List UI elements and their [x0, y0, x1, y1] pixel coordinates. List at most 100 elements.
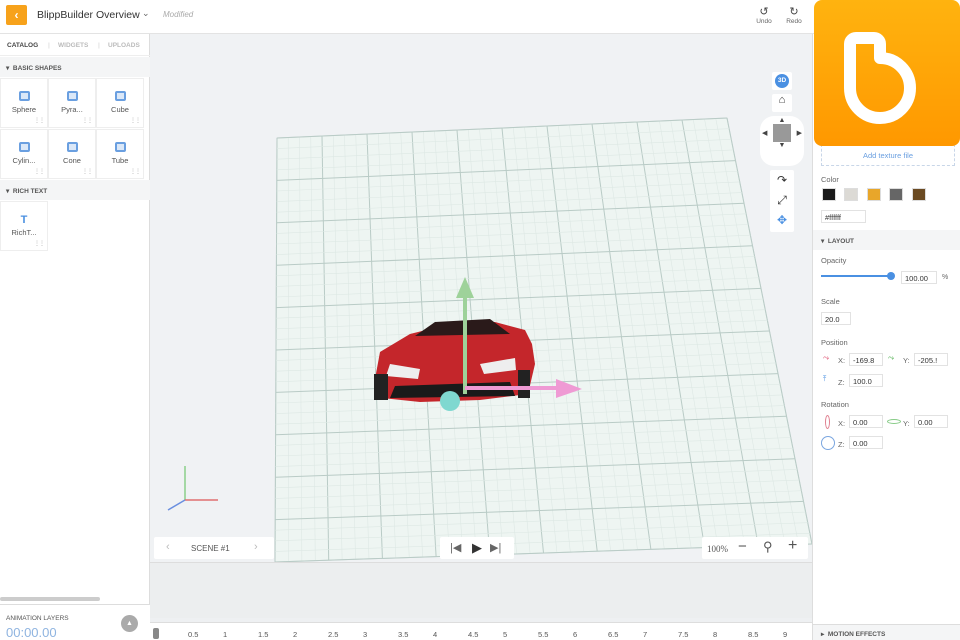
timeline-tick: 0.5 — [188, 630, 199, 639]
undo-button[interactable]: ↺ Undo — [752, 5, 776, 25]
left-arrow-icon[interactable]: ◀ — [762, 129, 767, 137]
shape-cylinder[interactable]: Cylin... ⋮⋮ — [0, 129, 48, 179]
shape-icon — [114, 142, 126, 152]
down-arrow-icon[interactable]: ▼ — [760, 142, 804, 149]
right-arrow-icon[interactable]: ▶ — [797, 129, 802, 137]
scale-tool-icon[interactable]: ⤢ — [770, 190, 794, 210]
undo-icon: ↺ — [759, 6, 769, 18]
shape-label: Cone — [63, 156, 81, 165]
shape-pyramid[interactable]: Pyra... ⋮⋮ — [48, 78, 96, 128]
expand-up-button[interactable]: ▲ — [121, 615, 138, 632]
tab-uploads[interactable]: UPLOADS — [108, 42, 140, 49]
blippar-b-icon — [844, 32, 916, 124]
pos-y-label: Y: — [903, 356, 910, 365]
text-icon: T — [20, 214, 28, 226]
blippar-logo — [814, 0, 960, 146]
search-zoom-icon[interactable]: ⚲ — [763, 539, 773, 555]
move-tool-icon[interactable]: ✥ — [770, 210, 794, 230]
drag-grip-icon: ⋮⋮ — [130, 169, 141, 175]
swatch-light-gray[interactable] — [844, 188, 858, 201]
play-icon[interactable]: ▶ — [472, 540, 482, 556]
y-arrow-icon — [456, 277, 474, 298]
section-basic-shapes[interactable]: ▾ BASIC SHAPES — [0, 57, 150, 77]
shape-tube[interactable]: Tube ⋮⋮ — [96, 129, 144, 179]
richtext-item[interactable]: T RichT... ⋮⋮ — [0, 201, 48, 251]
scale-input[interactable]: 20.0 — [821, 312, 851, 325]
section-title: LAYOUT — [827, 238, 854, 245]
up-arrow-icon[interactable]: ▲ — [760, 117, 804, 124]
shape-cube[interactable]: Cube ⋮⋮ — [96, 78, 144, 128]
scene-selector: ‹ SCENE #1 › — [154, 537, 274, 559]
playhead-handle[interactable] — [153, 628, 159, 639]
section-title: RICH TEXT — [12, 188, 48, 195]
opacity-input[interactable]: 100.00 — [901, 271, 937, 284]
back-button[interactable]: ‹ — [6, 5, 27, 25]
save-status: Modified — [163, 10, 194, 19]
add-texture-button[interactable]: Add texture file — [821, 144, 955, 166]
redo-button[interactable]: ↻ Redo — [782, 5, 806, 25]
swatch-gray[interactable] — [889, 188, 903, 201]
prev-scene-button[interactable]: ‹ — [166, 541, 170, 553]
timeline-tick: 4.5 — [468, 630, 479, 639]
rotation-label: Rotation — [821, 400, 849, 409]
zoom-out-button[interactable]: − — [738, 538, 747, 555]
section-rich-text[interactable]: ▾ RICH TEXT — [0, 180, 150, 200]
pos-z-label: Z: — [838, 378, 845, 387]
home-icon: ⌂ — [778, 94, 786, 106]
position-y-input[interactable]: -205.! — [914, 353, 948, 366]
tab-divider: | — [98, 42, 100, 49]
drag-grip-icon: ⋮⋮ — [34, 241, 45, 247]
redo-icon: ↻ — [789, 6, 799, 18]
skip-end-icon[interactable]: ▶| — [490, 541, 501, 554]
timeline-ruler[interactable]: 0.5 1 1.5 2 2.5 3 3.5 4 4.5 5 5.5 6 6.5 7 7.5 8 8.5 9 — [150, 622, 812, 640]
shape-label: Tube — [111, 156, 129, 165]
chevron-down-icon[interactable]: ⌄ — [142, 8, 150, 19]
rotate-tool-icon[interactable]: ↷ — [770, 170, 794, 190]
zoom-in-button[interactable]: + — [788, 537, 797, 555]
opacity-slider[interactable] — [821, 275, 893, 277]
rot-z-label: Z: — [838, 440, 845, 449]
timeline-tick: 1 — [223, 630, 228, 639]
section-layout[interactable]: ▾ LAYOUT — [813, 230, 960, 250]
shape-label: Cube — [111, 105, 129, 114]
shape-label: Sphere — [11, 105, 37, 114]
swatch-orange[interactable] — [867, 188, 881, 201]
scrollbar[interactable] — [0, 597, 100, 601]
animation-layers-panel: ANIMATION LAYERS 00:00.00 ▲ — [0, 604, 150, 640]
tab-catalog[interactable]: CATALOG — [7, 42, 38, 49]
next-scene-button[interactable]: › — [254, 541, 258, 553]
timeline-tick: 8 — [713, 630, 718, 639]
swatch-brown[interactable] — [912, 188, 926, 201]
home-button[interactable]: ⌂ — [772, 94, 792, 112]
opacity-slider-thumb[interactable] — [887, 272, 895, 280]
position-x-input[interactable]: -169.8 — [849, 353, 883, 366]
drag-grip-icon: ⋮⋮ — [130, 118, 141, 124]
rotation-x-input[interactable]: 0.00 — [849, 415, 883, 428]
position-z-input[interactable]: 100.0 — [849, 374, 883, 387]
timeline-tick: 3.5 — [398, 630, 409, 639]
timeline-tick: 4 — [433, 630, 438, 639]
color-hex-input[interactable]: #ffffff — [821, 210, 866, 223]
shape-cone[interactable]: Cone ⋮⋮ — [48, 129, 96, 179]
shape-sphere[interactable]: Sphere ⋮⋮ — [0, 78, 48, 128]
timeline-tick: 5 — [503, 630, 508, 639]
rot-y-label: Y: — [903, 419, 910, 428]
left-panel: CATALOG | WIDGETS | UPLOADS ▾ BASIC SHAP… — [0, 34, 150, 640]
undo-label: Undo — [756, 18, 772, 25]
skip-start-icon[interactable]: |◀ — [450, 541, 461, 554]
tab-widgets[interactable]: WIDGETS — [58, 42, 88, 49]
y-axis-icon: ⤳ — [888, 353, 894, 362]
rotation-y-input[interactable]: 0.00 — [914, 415, 948, 428]
rot-x-label: X: — [838, 419, 846, 428]
scene-canvas[interactable]: 3D ⌂ ▲ ◀ ▶ ▼ ↷ ⤢ ✥ ‹ SCENE #1 › |◀ ▶ ▶| 1… — [150, 34, 812, 562]
z-axis-icon: ⤒ — [823, 374, 827, 383]
section-motion-effects[interactable]: ▸ MOTION EFFECTS — [813, 624, 960, 640]
zoom-level: 100% — [707, 544, 728, 554]
view-dpad[interactable]: ▲ ◀ ▶ ▼ — [760, 116, 804, 166]
swatch-black[interactable] — [822, 188, 836, 201]
rotation-z-input[interactable]: 0.00 — [849, 436, 883, 449]
opacity-unit: % — [942, 274, 949, 281]
view-3d-button[interactable]: 3D — [772, 72, 792, 90]
cube-view-icon[interactable] — [773, 124, 791, 142]
project-title[interactable]: BlippBuilder Overview — [37, 9, 140, 21]
